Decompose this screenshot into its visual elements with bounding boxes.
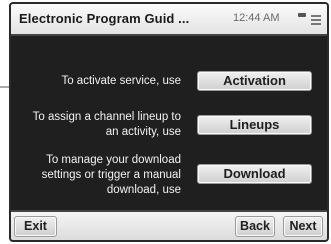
clock-text: 12:44 AM: [233, 12, 280, 24]
activation-button[interactable]: Activation: [197, 71, 312, 91]
menu-icon[interactable]: [311, 12, 321, 26]
battery-icon: [298, 13, 306, 17]
next-button[interactable]: Next: [283, 216, 323, 237]
back-button[interactable]: Back: [235, 216, 275, 237]
download-description: To manage your download settings or trig…: [41, 154, 181, 196]
device-screen: Electronic Program Guid ... 12:44 AM To …: [9, 2, 329, 242]
bottom-bar: Exit Back Next: [11, 210, 327, 240]
connector-line: [0, 86, 9, 88]
title-bar: Electronic Program Guid ... 12:44 AM: [11, 4, 327, 36]
download-button[interactable]: Download: [197, 164, 312, 184]
activation-description: To activate service, use: [61, 75, 181, 87]
lineups-description: To assign a channel lineup to an activit…: [32, 111, 181, 138]
window-title: Electronic Program Guid ...: [19, 11, 190, 26]
lineups-button[interactable]: Lineups: [197, 115, 312, 135]
exit-button[interactable]: Exit: [14, 216, 57, 237]
